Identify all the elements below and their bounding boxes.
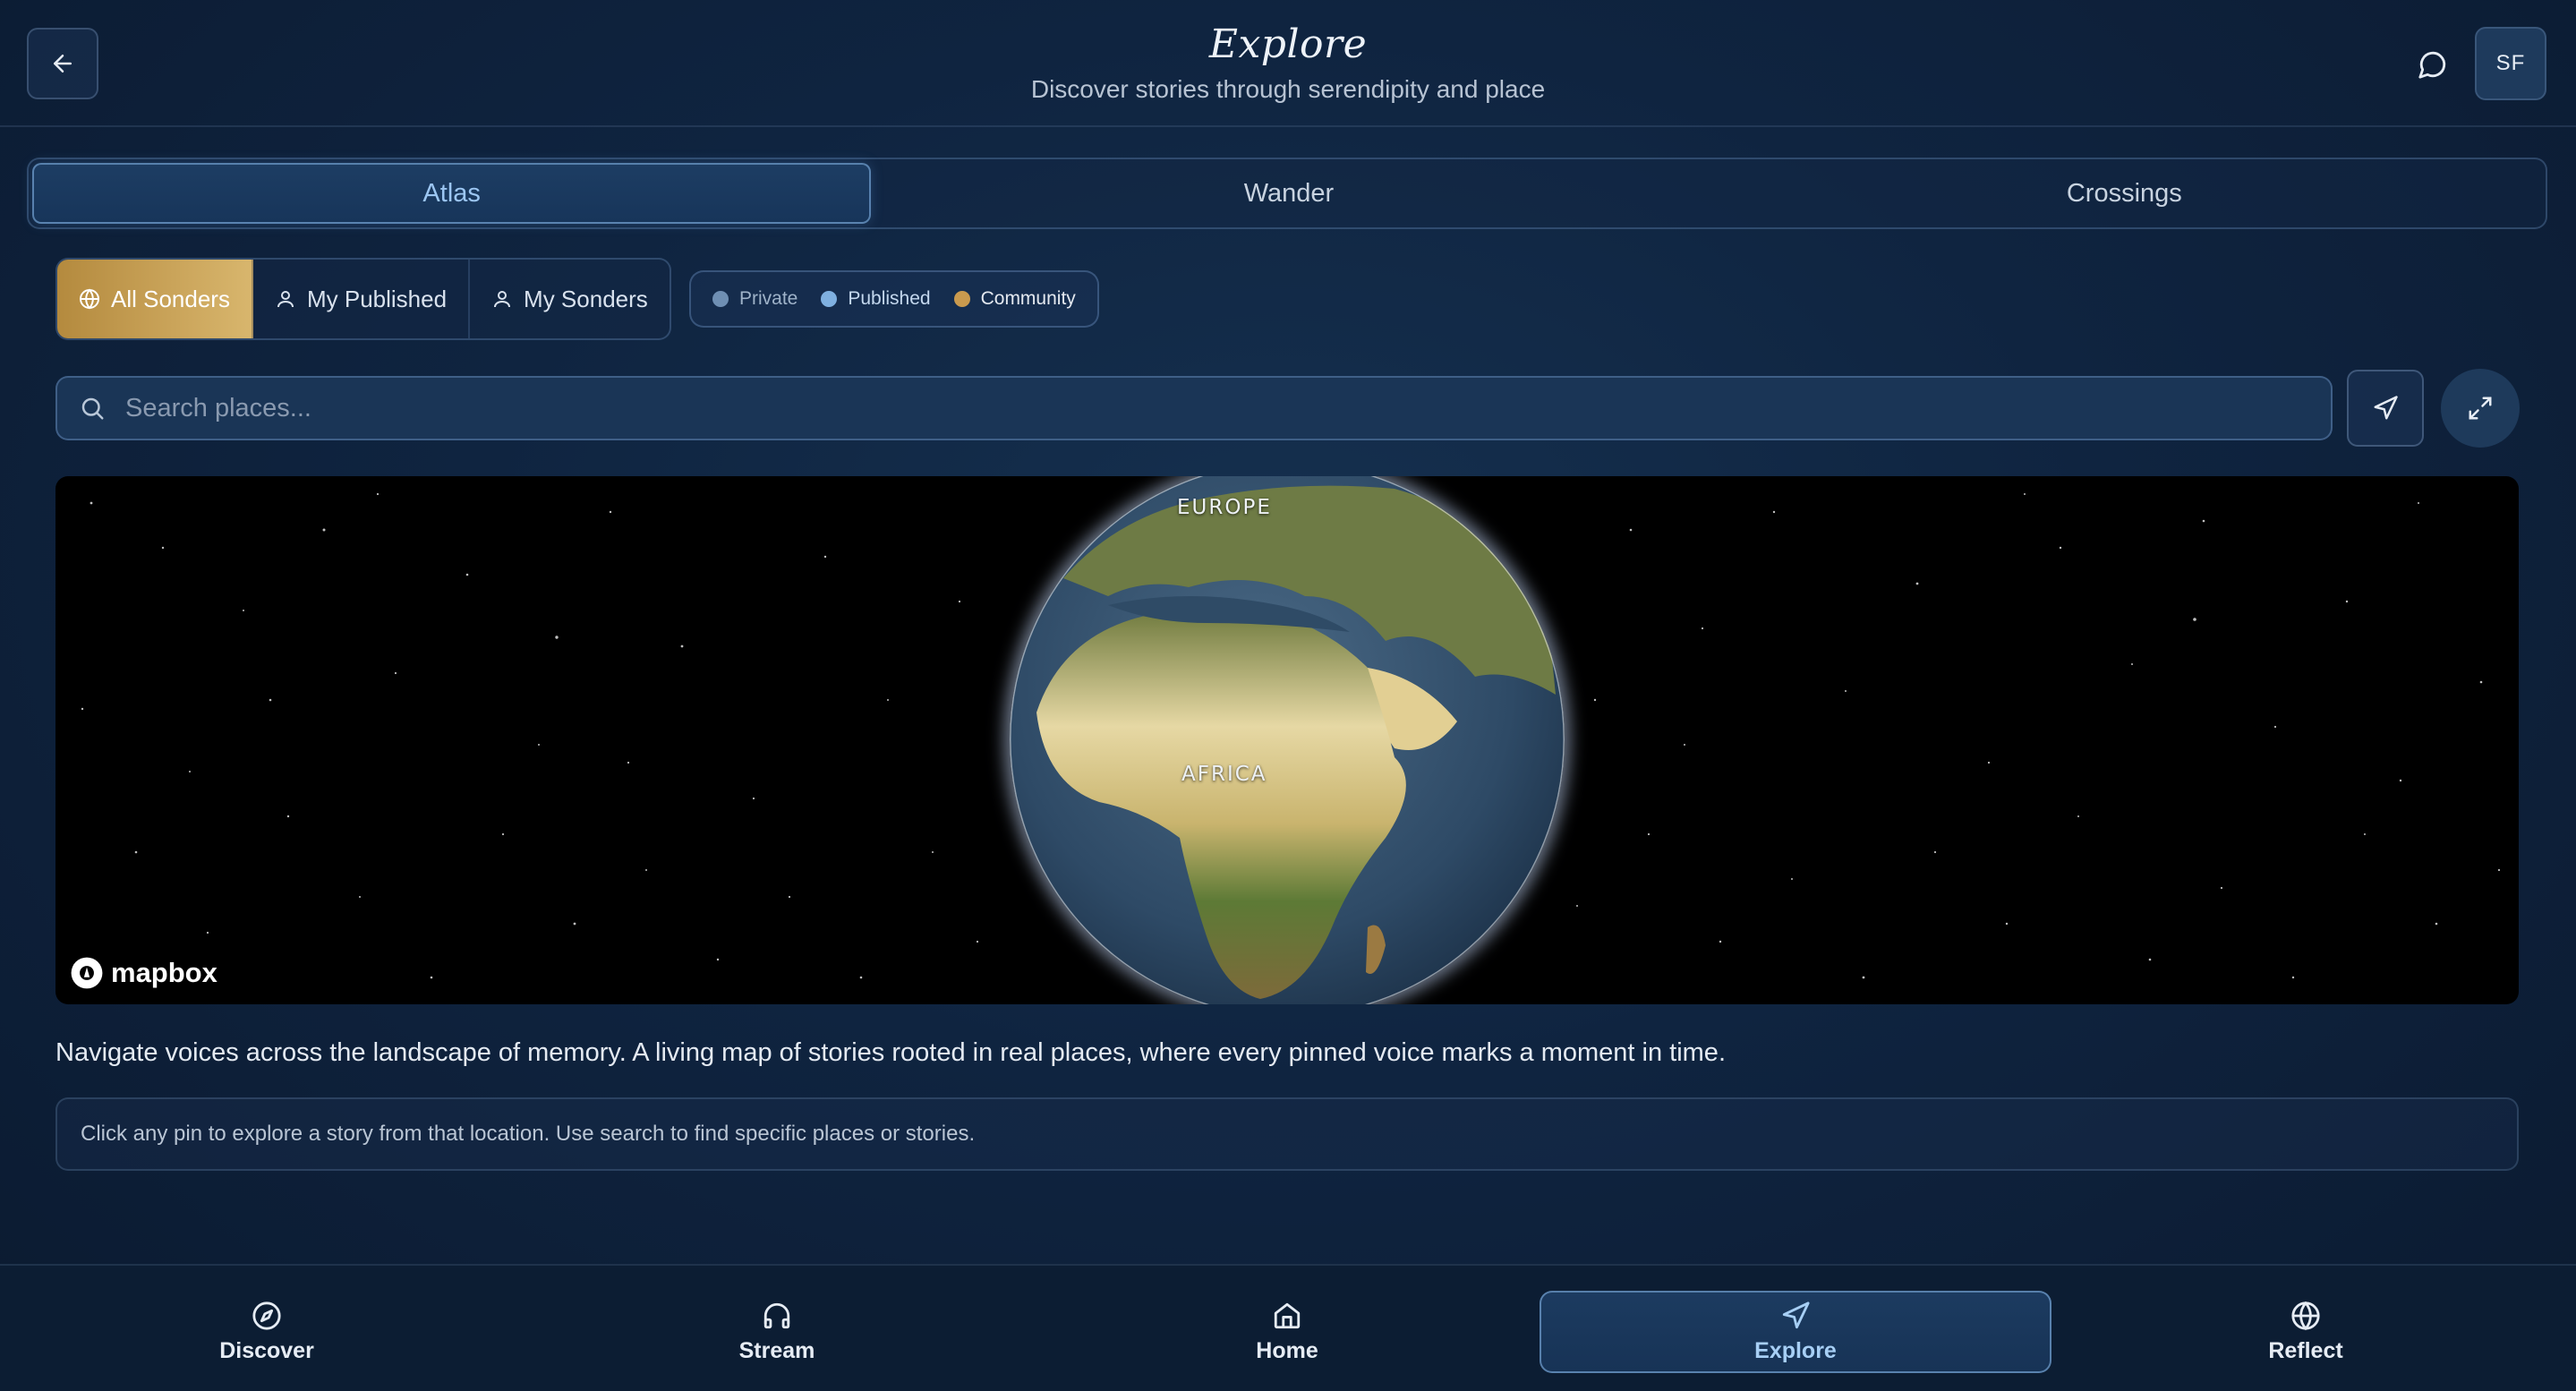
globe-map[interactable]: EUROPE ASIA AFRICA mapbox	[55, 476, 2519, 1004]
navigation-icon	[2374, 396, 2398, 420]
hint-text: Click any pin to explore a story from th…	[81, 1122, 976, 1146]
fullscreen-button[interactable]	[2441, 369, 2520, 448]
headphones-icon	[763, 1302, 790, 1328]
nav-stream[interactable]: Stream	[521, 1291, 1033, 1373]
message-circle-icon	[2418, 51, 2446, 79]
mapbox-logo-icon	[71, 957, 103, 989]
scope-filter: All Sonders My Published My Sonders	[55, 258, 671, 340]
avatar[interactable]: SF	[2475, 27, 2546, 100]
mapbox-attribution[interactable]: mapbox	[70, 956, 218, 990]
filter-my-published[interactable]: My Published	[253, 260, 471, 338]
filter-my-sonders[interactable]: My Sonders	[470, 260, 670, 338]
tab-wander[interactable]: Wander	[871, 163, 1706, 224]
nav-home[interactable]: Home	[1031, 1291, 1543, 1373]
filter-label: All Sonders	[111, 285, 230, 312]
user-icon	[494, 291, 511, 308]
page-subtitle: Discover stories through serendipity and…	[1030, 75, 1546, 103]
pin-legend: Private Published Community	[689, 270, 1099, 328]
nav-reflect[interactable]: Reflect	[2050, 1291, 2562, 1373]
filter-label: My Sonders	[524, 285, 648, 312]
legend-community: Community	[953, 288, 1076, 310]
nav-discover[interactable]: Discover	[11, 1291, 523, 1373]
globe-icon	[2291, 1301, 2320, 1330]
app-header: Explore Discover stories through serendi…	[0, 0, 2576, 127]
navigation-icon	[1782, 1301, 1810, 1328]
map-label-europe: EUROPE	[1177, 496, 1272, 519]
nav-label: Stream	[738, 1337, 815, 1363]
nav-label: Discover	[219, 1337, 314, 1363]
legend-private: Private	[712, 288, 798, 310]
nav-label: Reflect	[2268, 1337, 2343, 1363]
earth-globe[interactable]: EUROPE ASIA AFRICA	[1010, 476, 1565, 1004]
user-icon	[277, 291, 294, 308]
home-icon	[1274, 1302, 1301, 1328]
nav-label: Home	[1256, 1337, 1318, 1363]
bottom-nav: Discover Stream Home Explore Reflect	[0, 1264, 2576, 1391]
legend-dot	[821, 291, 838, 307]
mapbox-wordmark: mapbox	[111, 957, 218, 988]
tab-atlas[interactable]: Atlas	[32, 163, 872, 224]
earth-image	[1010, 476, 1565, 1004]
page-title: Explore	[1208, 21, 1368, 67]
filter-all-sonders[interactable]: All Sonders	[57, 260, 253, 338]
legend-label: Published	[848, 288, 931, 309]
legend-dot	[712, 291, 729, 307]
legend-published: Published	[821, 288, 931, 310]
view-tabs: Atlas Wander Crossings	[27, 158, 2547, 229]
compass-icon	[252, 1301, 281, 1330]
search-bar	[55, 376, 2333, 440]
maximize-icon	[2469, 397, 2492, 420]
filter-label: My Published	[306, 285, 448, 312]
map-label-africa: AFRICA	[1181, 763, 1267, 786]
atlas-hint: Click any pin to explore a story from th…	[55, 1097, 2519, 1171]
message-button[interactable]	[2413, 45, 2452, 84]
search-icon	[81, 397, 104, 420]
map-label-asia: ASIA	[1498, 499, 1553, 523]
legend-label: Community	[980, 288, 1076, 309]
nav-label: Explore	[1754, 1337, 1837, 1363]
search-input[interactable]	[125, 393, 2331, 423]
globe-icon	[80, 288, 99, 310]
nav-explore[interactable]: Explore	[1540, 1291, 2051, 1373]
tab-crossings[interactable]: Crossings	[1707, 163, 2542, 224]
legend-dot	[953, 291, 970, 307]
atlas-description: Navigate voices across the landscape of …	[55, 1038, 1726, 1067]
legend-label: Private	[739, 288, 798, 309]
locate-button[interactable]	[2347, 370, 2424, 447]
